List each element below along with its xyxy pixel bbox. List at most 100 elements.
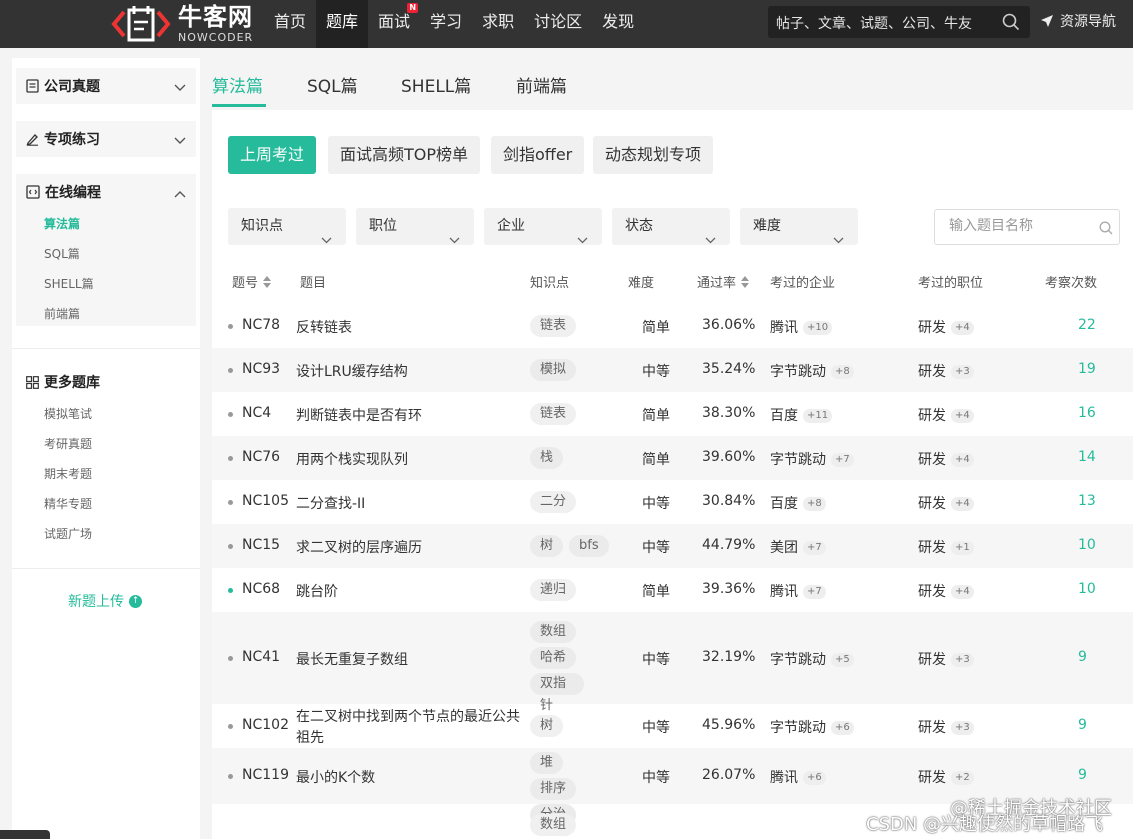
question-title-line[interactable]: 祖先 xyxy=(296,727,324,747)
knowledge-tag[interactable]: 栈 xyxy=(530,447,564,469)
position-more-badge[interactable]: +3 xyxy=(951,653,974,667)
company-more-badge[interactable]: +11 xyxy=(803,409,833,423)
knowledge-tag[interactable]: 数组 xyxy=(530,814,577,836)
col-header-id[interactable]: 题号 xyxy=(232,272,272,291)
filter-difficulty[interactable]: 难度 xyxy=(740,208,858,245)
company-more-badge[interactable]: +10 xyxy=(803,321,833,335)
search-icon[interactable] xyxy=(1099,221,1113,239)
company-more-badge[interactable]: +7 xyxy=(803,541,826,555)
question-search-input[interactable] xyxy=(949,218,1089,234)
chip-offer[interactable]: 剑指offer xyxy=(491,136,585,174)
question-title[interactable]: 二分查找-II xyxy=(296,493,365,513)
question-title-line[interactable]: 在二叉树中找到两个节点的最近公共 xyxy=(296,706,520,726)
question-title[interactable]: 设计LRU缓存结构 xyxy=(296,361,408,381)
question-title[interactable]: 用两个栈实现队列 xyxy=(296,449,408,469)
position-more-badge[interactable]: +3 xyxy=(951,721,974,735)
knowledge-tag[interactable]: 二分 xyxy=(530,491,577,513)
table-row[interactable]: NC68 跳台阶 递归 简单 39.36% 腾讯 +7 研发 +4 10 xyxy=(212,568,1133,612)
company-more-badge[interactable]: +6 xyxy=(803,771,826,785)
nav-discover[interactable]: 发现 xyxy=(592,0,644,48)
knowledge-tag[interactable]: 模拟 xyxy=(530,359,577,381)
nav-question-bank[interactable]: 题库 xyxy=(316,0,369,48)
knowledge-tag[interactable]: 堆 xyxy=(530,752,564,774)
tab-shell[interactable]: SHELL篇 xyxy=(401,72,471,97)
logo[interactable]: 牛客网 NOWCODER xyxy=(110,0,253,48)
more-item-postgrad[interactable]: 考研真题 xyxy=(44,435,92,452)
company-more-badge[interactable]: +7 xyxy=(803,585,826,599)
question-title[interactable]: 最小的K个数 xyxy=(296,767,375,787)
company-more-badge[interactable]: +8 xyxy=(803,497,826,511)
knowledge-tag[interactable]: 哈希 xyxy=(530,647,577,669)
knowledge-tag[interactable]: 递归 xyxy=(530,579,577,601)
more-item-final-exam[interactable]: 期末考题 xyxy=(44,465,92,482)
position-more-badge[interactable]: +4 xyxy=(951,453,974,467)
table-row[interactable]: NC15 求二叉树的层序遍历 树 bfs 中等 44.79% 美团 +7 研发 +1 10 xyxy=(212,524,1133,568)
position-more-badge[interactable]: +4 xyxy=(951,321,974,335)
sidebar-sub-sql[interactable]: SQL篇 xyxy=(44,245,80,262)
knowledge-tag[interactable]: 链表 xyxy=(530,403,577,425)
company-more-badge[interactable]: +5 xyxy=(831,653,854,667)
more-item-featured[interactable]: 精华专题 xyxy=(44,495,92,512)
more-item-square[interactable]: 试题广场 xyxy=(44,525,92,542)
table-row[interactable]: NC102 在二叉树中找到两个节点的最近公共 祖先 树 中等 45.96% 字节跳动 +6 研发… xyxy=(212,704,1133,748)
upload-question-link[interactable]: 新题上传 ↑ xyxy=(68,591,142,611)
knowledge-tag[interactable]: 双指针 xyxy=(530,673,584,713)
position-more-badge[interactable]: +4 xyxy=(951,409,974,423)
resource-nav-link[interactable]: 资源导航 xyxy=(1040,11,1116,31)
position-more-badge[interactable]: +4 xyxy=(951,497,974,511)
position-more-badge[interactable]: +2 xyxy=(951,771,974,785)
filter-company[interactable]: 企业 xyxy=(484,208,602,245)
knowledge-tag[interactable]: bfs xyxy=(569,535,609,557)
sidebar-sub-frontend[interactable]: 前端篇 xyxy=(44,305,80,322)
table-row[interactable]: NC78 反转链表 链表 简单 36.06% 腾讯 +10 研发 +4 22 xyxy=(212,304,1133,348)
table-row[interactable]: NC4 判断链表中是否有环 链表 简单 38.30% 百度 +11 研发 +4 16 xyxy=(212,392,1133,436)
table-row[interactable]: NC105 二分查找-II 二分 中等 30.84% 百度 +8 研发 +4 13 xyxy=(212,480,1133,524)
company-more-badge[interactable]: +8 xyxy=(831,365,854,379)
tab-sql[interactable]: SQL篇 xyxy=(307,72,358,97)
question-title[interactable]: 求二叉树的层序遍历 xyxy=(296,537,422,557)
position-more-badge[interactable]: +3 xyxy=(951,365,974,379)
chip-last-week[interactable]: 上周考过 xyxy=(228,136,317,174)
question-title[interactable]: 判断链表中是否有环 xyxy=(296,405,422,425)
table-row[interactable]: NC93 设计LRU缓存结构 模拟 中等 35.24% 字节跳动 +8 研发 +3 19 xyxy=(212,348,1133,392)
tab-algorithm[interactable]: 算法篇 xyxy=(212,72,263,97)
position-more-badge[interactable]: +4 xyxy=(951,585,974,599)
company-more-badge[interactable]: +7 xyxy=(831,453,854,467)
table-row[interactable]: NC41 最长无重复子数组 数组 哈希 双指针 中等 32.19% 字节跳动 +5 研发 +3 9 xyxy=(212,612,1133,713)
search-icon[interactable] xyxy=(1002,13,1020,35)
knowledge-tag[interactable]: 树 xyxy=(530,715,564,737)
sidebar-sub-algorithm[interactable]: 算法篇 xyxy=(44,215,80,232)
question-title[interactable]: 最长无重复子数组 xyxy=(296,649,408,669)
sort-icon[interactable] xyxy=(741,275,750,288)
position-more-badge[interactable]: +1 xyxy=(951,541,974,555)
chip-top-list[interactable]: 面试高频TOP榜单 xyxy=(328,136,481,174)
table-row[interactable]: NC76 用两个栈实现队列 栈 简单 39.60% 字节跳动 +7 研发 +4 14 xyxy=(212,436,1133,480)
col-header-pass-rate[interactable]: 通过率 xyxy=(697,272,750,291)
filter-position[interactable]: 职位 xyxy=(356,208,474,245)
nav-home[interactable]: 首页 xyxy=(264,0,316,48)
sort-icon[interactable] xyxy=(263,275,272,288)
nav-jobs[interactable]: 求职 xyxy=(472,0,524,48)
nav-discuss[interactable]: 讨论区 xyxy=(524,0,592,48)
sidebar-section-online-coding[interactable]: 在线编程 xyxy=(16,174,196,210)
knowledge-tag[interactable]: 排序 xyxy=(530,778,577,800)
question-title[interactable]: 反转链表 xyxy=(296,317,352,337)
sidebar-sub-shell[interactable]: SHELL篇 xyxy=(44,275,94,292)
filter-status[interactable]: 状态 xyxy=(612,208,730,245)
company-cell: 百度 +8 xyxy=(770,493,826,513)
knowledge-tag[interactable]: 数组 xyxy=(530,621,577,643)
sidebar-section-practice[interactable]: 专项练习 xyxy=(16,121,196,157)
global-search-input[interactable]: 帖子、文章、试题、公司、牛友 xyxy=(768,6,1030,38)
sidebar-section-company[interactable]: 公司真题 xyxy=(16,68,196,104)
knowledge-tag[interactable]: 树 xyxy=(530,535,564,557)
nav-interview[interactable]: 面试 N xyxy=(368,0,420,48)
question-title[interactable]: 跳台阶 xyxy=(296,581,338,601)
company-more-badge[interactable]: +6 xyxy=(831,721,854,735)
nav-learn[interactable]: 学习 xyxy=(420,0,472,48)
filter-knowledge[interactable]: 知识点 xyxy=(228,208,346,245)
col-header-count: 考察次数 xyxy=(1045,276,1098,291)
chip-dp[interactable]: 动态规划专项 xyxy=(593,136,714,174)
knowledge-tag[interactable]: 链表 xyxy=(530,315,577,337)
more-item-mock-exam[interactable]: 模拟笔试 xyxy=(44,405,92,422)
tab-frontend[interactable]: 前端篇 xyxy=(516,72,567,97)
